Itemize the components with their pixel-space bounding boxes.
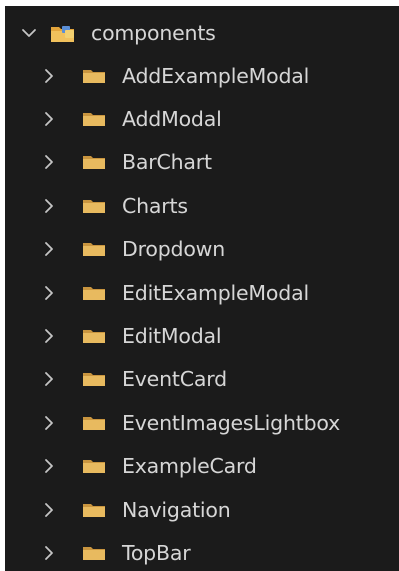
chevron-right-icon[interactable] bbox=[38, 455, 60, 477]
tree-item-label: EventCard bbox=[122, 367, 227, 392]
tree-row-addmodal[interactable]: AddModal bbox=[5, 97, 399, 140]
chevron-right-icon[interactable] bbox=[38, 238, 60, 260]
tree-row-editexamplemodal[interactable]: EditExampleModal bbox=[5, 271, 399, 314]
folder-icon bbox=[80, 151, 108, 173]
tree-row-components[interactable]: components bbox=[5, 11, 399, 54]
tree-item-label: Navigation bbox=[122, 497, 231, 522]
folder-icon bbox=[80, 238, 108, 260]
chevron-right-icon[interactable] bbox=[38, 151, 60, 173]
folder-icon bbox=[80, 195, 108, 217]
folder-icon bbox=[80, 65, 108, 87]
folder-icon bbox=[80, 542, 108, 564]
tree-root-label: components bbox=[91, 20, 216, 45]
tree-item-label: AddExampleModal bbox=[122, 63, 310, 88]
folder-icon bbox=[80, 368, 108, 390]
tree-item-label: Charts bbox=[122, 193, 188, 218]
tree-row-charts[interactable]: Charts bbox=[5, 184, 399, 227]
folder-icon bbox=[80, 499, 108, 521]
tree-row-eventimageslightbox[interactable]: EventImagesLightbox bbox=[5, 401, 399, 444]
tree-item-label: ExampleCard bbox=[122, 454, 257, 479]
chevron-right-icon[interactable] bbox=[38, 368, 60, 390]
tree-item-label: EventImagesLightbox bbox=[122, 410, 341, 435]
chevron-right-icon[interactable] bbox=[38, 282, 60, 304]
tree-item-label: EditModal bbox=[122, 323, 222, 348]
tree-row-dropdown[interactable]: Dropdown bbox=[5, 228, 399, 271]
chevron-right-icon[interactable] bbox=[38, 108, 60, 130]
chevron-right-icon[interactable] bbox=[38, 65, 60, 87]
tree-row-eventcard[interactable]: EventCard bbox=[5, 358, 399, 401]
tree-item-label: Dropdown bbox=[122, 237, 226, 262]
tree-item-label: TopBar bbox=[122, 540, 191, 565]
tree-row-topbar[interactable]: TopBar bbox=[5, 531, 399, 571]
tree-row-examplecard[interactable]: ExampleCard bbox=[5, 445, 399, 488]
tree-item-label: AddModal bbox=[122, 106, 222, 131]
chevron-down-icon[interactable] bbox=[18, 22, 40, 44]
chevron-right-icon[interactable] bbox=[38, 499, 60, 521]
tree-row-editmodal[interactable]: EditModal bbox=[5, 314, 399, 357]
folder-icon bbox=[80, 455, 108, 477]
tree-item-label: EditExampleModal bbox=[122, 280, 309, 305]
tree-row-navigation[interactable]: Navigation bbox=[5, 488, 399, 531]
explorer-panel: components AddExampleModal AddModal BarCha… bbox=[5, 6, 399, 571]
components-folder-icon bbox=[49, 22, 77, 44]
chevron-right-icon[interactable] bbox=[38, 412, 60, 434]
folder-icon bbox=[80, 108, 108, 130]
folder-icon bbox=[80, 325, 108, 347]
chevron-right-icon[interactable] bbox=[38, 325, 60, 347]
tree-item-label: BarChart bbox=[122, 150, 212, 175]
tree-row-addexamplemodal[interactable]: AddExampleModal bbox=[5, 54, 399, 97]
chevron-right-icon[interactable] bbox=[38, 542, 60, 564]
tree-row-barchart[interactable]: BarChart bbox=[5, 141, 399, 184]
chevron-right-icon[interactable] bbox=[38, 195, 60, 217]
folder-icon bbox=[80, 282, 108, 304]
folder-icon bbox=[80, 412, 108, 434]
